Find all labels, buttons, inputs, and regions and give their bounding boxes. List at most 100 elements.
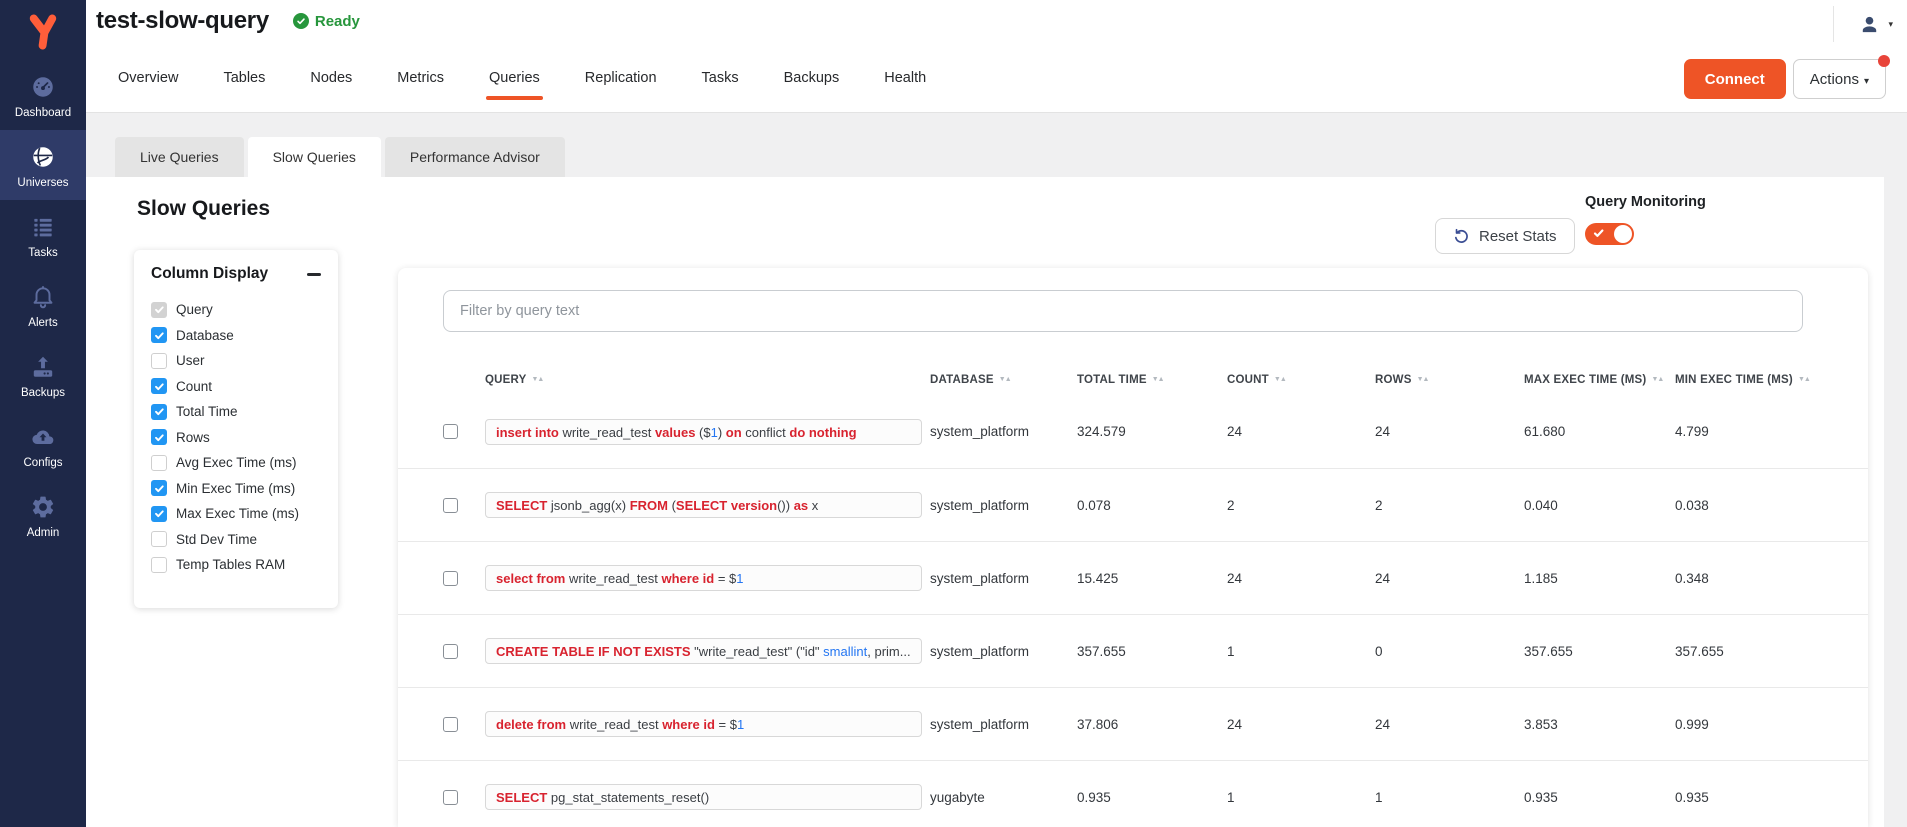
query-text-cell[interactable]: select from write_read_test where id = $… — [485, 565, 922, 591]
gear-icon — [30, 493, 56, 520]
column-display-card: Column Display QueryDatabaseUserCountTot… — [134, 250, 338, 608]
checkbox-icon[interactable] — [151, 557, 167, 573]
column-option-total-time[interactable]: Total Time — [151, 399, 321, 425]
sort-icon[interactable]: ▼▲ — [1152, 376, 1164, 383]
sidebar-item-configs[interactable]: Configs — [0, 410, 86, 480]
user-menu[interactable]: ▾ — [1833, 5, 1893, 43]
nav-tab-metrics[interactable]: Metrics — [397, 55, 444, 100]
table-row: SELECT jsonb_agg(x) FROM (SELECT version… — [398, 468, 1868, 541]
column-header-max-exec-time-ms[interactable]: MAX EXEC TIME (MS)▼▲ — [1524, 374, 1675, 386]
database-cell: system_platform — [930, 498, 1077, 513]
checkbox-icon[interactable] — [151, 327, 167, 343]
sort-icon[interactable]: ▼▲ — [531, 376, 543, 383]
checkbox-icon[interactable] — [151, 480, 167, 496]
column-option-database[interactable]: Database — [151, 323, 321, 349]
sidebar-item-admin[interactable]: Admin — [0, 480, 86, 550]
query-text-cell[interactable]: CREATE TABLE IF NOT EXISTS "write_read_t… — [485, 638, 922, 664]
sort-icon[interactable]: ▼▲ — [999, 376, 1011, 383]
column-option-user[interactable]: User — [151, 348, 321, 374]
nav-tab-tables[interactable]: Tables — [223, 55, 265, 100]
row-checkbox[interactable] — [443, 571, 458, 586]
task-list-icon — [30, 213, 56, 240]
nav-tab-health[interactable]: Health — [884, 55, 926, 100]
column-option-count[interactable]: Count — [151, 374, 321, 400]
column-option-avg-exec-time-ms[interactable]: Avg Exec Time (ms) — [151, 450, 321, 476]
notification-dot — [1878, 55, 1890, 67]
query-monitoring-toggle[interactable] — [1585, 223, 1634, 245]
column-option-temp-tables-ram[interactable]: Temp Tables RAM — [151, 552, 321, 578]
universe-title: test-slow-query — [96, 7, 269, 35]
nav-tab-overview[interactable]: Overview — [118, 55, 178, 100]
subtab-performance-advisor[interactable]: Performance Advisor — [385, 137, 565, 177]
gauge-icon — [30, 73, 56, 100]
sort-icon[interactable]: ▼▲ — [1274, 376, 1286, 383]
sort-icon[interactable]: ▼▲ — [1651, 376, 1663, 383]
sidebar-item-dashboard[interactable]: Dashboard — [0, 60, 86, 130]
query-text-cell[interactable]: SELECT pg_stat_statements_reset() — [485, 784, 922, 810]
yugabyte-logo[interactable] — [0, 0, 86, 60]
column-header-query[interactable]: QUERY▼▲ — [485, 374, 930, 386]
checkbox-icon[interactable] — [151, 455, 167, 471]
column-option-query[interactable]: Query — [151, 297, 321, 323]
row-checkbox[interactable] — [443, 644, 458, 659]
nav-tab-tasks[interactable]: Tasks — [702, 55, 739, 100]
query-text-cell[interactable]: insert into write_read_test values ($1) … — [485, 419, 922, 445]
column-option-max-exec-time-ms[interactable]: Max Exec Time (ms) — [151, 501, 321, 527]
checkbox-icon[interactable] — [151, 506, 167, 522]
column-header-total-time[interactable]: TOTAL TIME▼▲ — [1077, 374, 1227, 386]
column-option-label: Rows — [176, 430, 210, 445]
row-checkbox[interactable] — [443, 717, 458, 732]
column-header-min-exec-time-ms[interactable]: MIN EXEC TIME (MS)▼▲ — [1675, 374, 1820, 386]
column-option-min-exec-time-ms[interactable]: Min Exec Time (ms) — [151, 476, 321, 502]
actions-button[interactable]: Actions▾ — [1793, 59, 1886, 99]
nav-tab-replication[interactable]: Replication — [585, 55, 657, 100]
min-exec-time-cell: 4.799 — [1675, 424, 1820, 439]
row-checkbox[interactable] — [443, 424, 458, 439]
column-header-rows[interactable]: ROWS▼▲ — [1375, 374, 1524, 386]
query-filter-input[interactable] — [443, 290, 1803, 332]
row-checkbox[interactable] — [443, 790, 458, 805]
table-row: insert into write_read_test values ($1) … — [398, 395, 1868, 468]
min-exec-time-cell: 0.935 — [1675, 790, 1820, 805]
count-cell: 1 — [1227, 644, 1375, 659]
sidebar-item-alerts[interactable]: Alerts — [0, 270, 86, 340]
row-checkbox[interactable] — [443, 498, 458, 513]
status-badge: Ready — [293, 13, 360, 30]
column-option-rows[interactable]: Rows — [151, 425, 321, 451]
sort-icon[interactable]: ▼▲ — [1798, 376, 1810, 383]
table-row: CREATE TABLE IF NOT EXISTS "write_read_t… — [398, 614, 1868, 687]
column-header-database[interactable]: DATABASE▼▲ — [930, 374, 1077, 386]
checkbox-icon[interactable] — [151, 353, 167, 369]
table-body: insert into write_read_test values ($1) … — [398, 395, 1868, 827]
subtab-slow-queries[interactable]: Slow Queries — [248, 137, 381, 177]
yugabyte-logo-icon — [23, 12, 63, 52]
collapse-minus-icon[interactable] — [307, 273, 321, 276]
nav-tab-nodes[interactable]: Nodes — [310, 55, 352, 100]
column-display-title: Column Display — [151, 265, 268, 283]
checkbox-icon[interactable] — [151, 429, 167, 445]
column-header-count[interactable]: COUNT▼▲ — [1227, 374, 1375, 386]
sidebar-item-backups[interactable]: Backups — [0, 340, 86, 410]
checkbox-icon[interactable] — [151, 531, 167, 547]
reset-stats-button[interactable]: Reset Stats — [1435, 218, 1575, 254]
query-text-cell[interactable]: delete from write_read_test where id = $… — [485, 711, 922, 737]
reset-icon — [1453, 228, 1470, 245]
max-exec-time-cell: 1.185 — [1524, 571, 1675, 586]
status-label: Ready — [315, 13, 360, 30]
checkbox-icon[interactable] — [151, 404, 167, 420]
nav-tab-backups[interactable]: Backups — [784, 55, 840, 100]
subtab-live-queries[interactable]: Live Queries — [115, 137, 244, 177]
connect-button[interactable]: Connect — [1684, 59, 1786, 99]
sort-icon[interactable]: ▼▲ — [1417, 376, 1429, 383]
nav-tab-queries[interactable]: Queries — [489, 55, 540, 100]
query-monitoring-label: Query Monitoring — [1585, 194, 1706, 210]
rows-cell: 24 — [1375, 424, 1524, 439]
sidebar-item-tasks[interactable]: Tasks — [0, 200, 86, 270]
checkbox-icon[interactable] — [151, 302, 167, 318]
total-time-cell: 0.935 — [1077, 790, 1227, 805]
column-option-std-dev-time[interactable]: Std Dev Time — [151, 527, 321, 553]
checkbox-icon[interactable] — [151, 378, 167, 394]
sidebar-item-universes[interactable]: Universes — [0, 130, 86, 200]
check-icon — [1593, 227, 1605, 239]
query-text-cell[interactable]: SELECT jsonb_agg(x) FROM (SELECT version… — [485, 492, 922, 518]
